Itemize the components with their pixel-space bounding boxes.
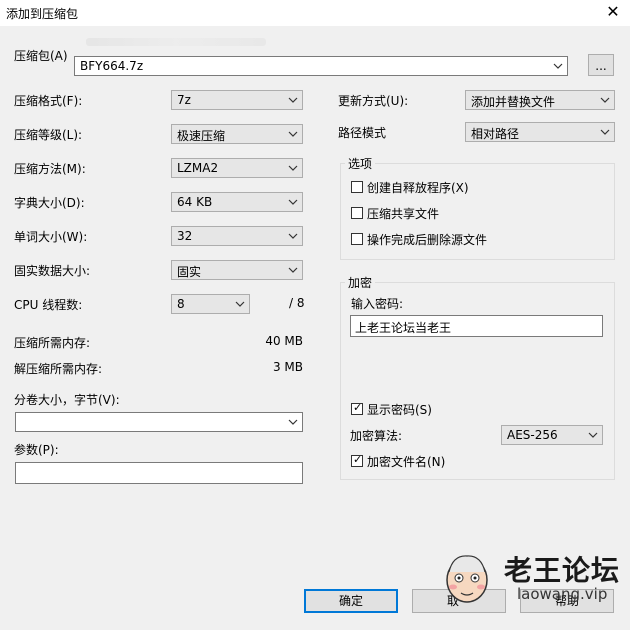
chevron-down-icon: [288, 131, 298, 137]
encrypt-names-checkbox[interactable]: ✓: [351, 453, 363, 467]
update-label: 更新方式(U):: [338, 94, 409, 108]
solid-label: 固实数据大小:: [14, 264, 91, 278]
encryption-method-select[interactable]: AES-256: [501, 425, 603, 445]
word-value: 32: [177, 229, 193, 243]
chevron-down-icon[interactable]: [553, 62, 563, 70]
threads-total: / 8: [289, 296, 305, 310]
params-input[interactable]: [15, 462, 303, 484]
encryption-method-value: AES-256: [507, 428, 558, 442]
method-value: LZMA2: [177, 161, 219, 175]
option-sfx-label: 创建自释放程序(X): [367, 181, 469, 195]
window-title: 添加到压缩包: [6, 7, 79, 21]
options-legend: 选项: [345, 155, 376, 172]
level-select[interactable]: 极速压缩: [171, 124, 303, 144]
level-label: 压缩等级(L):: [14, 128, 83, 142]
archive-path-value: BFY664.7z: [80, 59, 144, 73]
chevron-down-icon: [600, 97, 610, 103]
solid-select[interactable]: 固实: [171, 260, 303, 280]
method-select[interactable]: LZMA2: [171, 158, 303, 178]
archive-label: 压缩包(A): [14, 49, 68, 63]
chevron-down-icon: [288, 97, 298, 103]
threads-select[interactable]: 8: [171, 294, 250, 314]
chevron-down-icon: [588, 432, 598, 438]
solid-value: 固实: [177, 265, 202, 279]
method-label: 压缩方法(M):: [14, 162, 86, 176]
threads-label: CPU 线程数:: [14, 298, 83, 312]
format-select[interactable]: 7z: [171, 90, 303, 110]
chevron-down-icon: [288, 267, 298, 273]
password-label: 输入密码:: [351, 297, 404, 311]
option-delete-checkbox[interactable]: [351, 233, 363, 245]
password-input[interactable]: 上老王论坛当老王: [350, 315, 603, 337]
encrypt-names-label: 加密文件名(N): [367, 455, 446, 469]
format-label: 压缩格式(F):: [14, 94, 83, 108]
encryption-legend: 加密: [345, 274, 376, 291]
show-password-checkbox[interactable]: ✓: [351, 401, 363, 415]
option-shared-checkbox[interactable]: [351, 207, 363, 219]
watermark-url: laowang.vip: [517, 585, 608, 603]
path-select[interactable]: 相对路径: [465, 122, 615, 142]
close-button[interactable]: ✕: [604, 2, 622, 22]
browse-button[interactable]: ...: [588, 54, 614, 76]
chevron-down-icon: [288, 233, 298, 239]
title-bar: [0, 0, 630, 26]
option-delete-label: 操作完成后删除源文件: [367, 233, 488, 247]
mem-compress-label: 压缩所需内存:: [14, 336, 91, 350]
path-label: 路径模式: [338, 126, 387, 140]
format-value: 7z: [177, 93, 191, 107]
blurred-path: [86, 38, 266, 46]
path-value: 相对路径: [471, 127, 520, 141]
volume-combo[interactable]: [15, 412, 303, 432]
update-value: 添加并替换文件: [471, 95, 556, 109]
password-value: 上老王论坛当老王: [355, 321, 452, 335]
checkmark-icon: ✓: [353, 453, 363, 466]
mem-decompress-label: 解压缩所需内存:: [14, 362, 103, 376]
option-sfx-checkbox[interactable]: [351, 181, 363, 193]
archive-path-combo[interactable]: BFY664.7z: [74, 56, 568, 76]
params-label: 参数(P):: [14, 443, 59, 457]
ok-button[interactable]: 确定: [304, 589, 398, 613]
chevron-down-icon[interactable]: [288, 418, 298, 426]
encryption-method-label: 加密算法:: [350, 429, 403, 443]
mem-decompress-value: 3 MB: [272, 360, 303, 374]
volume-label: 分卷大小，字节(V):: [14, 393, 120, 407]
checkmark-icon: ✓: [353, 401, 363, 414]
chevron-down-icon: [235, 301, 245, 307]
level-value: 极速压缩: [177, 129, 226, 143]
chevron-down-icon: [288, 199, 298, 205]
dict-select[interactable]: 64 KB: [171, 192, 303, 212]
chevron-down-icon: [288, 165, 298, 171]
chevron-down-icon: [600, 129, 610, 135]
threads-value: 8: [177, 297, 185, 311]
show-password-label: 显示密码(S): [367, 403, 432, 417]
watermark-name: 老王论坛: [504, 554, 621, 587]
option-shared-label: 压缩共享文件: [367, 207, 440, 221]
dict-value: 64 KB: [177, 195, 213, 209]
watermark-face-icon: [446, 555, 488, 603]
update-select[interactable]: 添加并替换文件: [465, 90, 615, 110]
word-select[interactable]: 32: [171, 226, 303, 246]
word-label: 单词大小(W):: [14, 230, 88, 244]
dict-label: 字典大小(D):: [14, 196, 85, 210]
mem-compress-value: 40 MB: [265, 334, 303, 348]
